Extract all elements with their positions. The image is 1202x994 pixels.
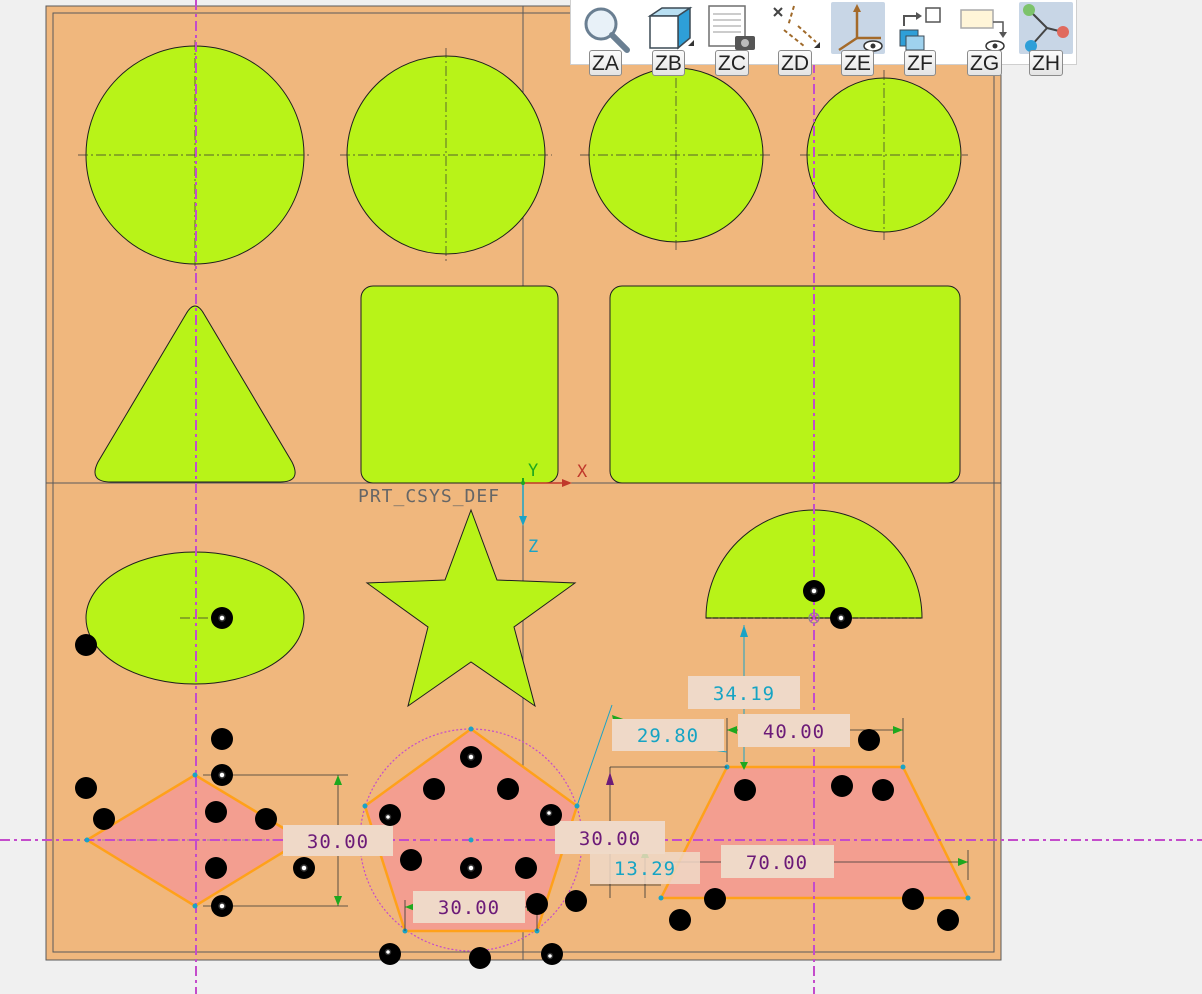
csys-x-label: X xyxy=(577,462,588,482)
datum-display-button[interactable]: ZD xyxy=(764,0,822,80)
constraint-pentagon-tangent-4 xyxy=(540,942,564,966)
datum-axes-icon xyxy=(773,5,820,48)
svg-text:70.00: 70.00 xyxy=(746,852,808,874)
constraint-pentagon-horizontal-1 xyxy=(515,857,537,879)
constraint-trap-left-end xyxy=(669,909,691,931)
constraint-halfcircle-vertical xyxy=(829,606,853,630)
constraint-pentagon-equal-4 xyxy=(565,890,587,912)
annotation-display-button[interactable]: ZG xyxy=(953,0,1011,80)
svg-text:34.19: 34.19 xyxy=(713,683,775,705)
layers-arrow-icon xyxy=(899,7,941,51)
constraint-trap-left-symmetry xyxy=(734,779,756,801)
note-eye-icon xyxy=(960,9,1007,52)
view-cube-icon xyxy=(647,6,694,50)
constraint-diamond-top-symmetry xyxy=(205,801,227,823)
constraint-diamond-vertical xyxy=(211,728,233,750)
csys-z-label: Z xyxy=(528,537,538,557)
dimension-trap-bottom[interactable]: 70.00 xyxy=(721,845,834,878)
dimension-pentagon-offset[interactable]: 30.00 xyxy=(555,821,665,854)
constraint-trap-right-symmetry xyxy=(872,779,894,801)
dimension-trap-offset[interactable]: 13.29 xyxy=(590,852,700,884)
zoom-key: ZA xyxy=(589,50,622,76)
constraint-pentagon-equal-5 xyxy=(469,947,491,969)
svg-text:30.00: 30.00 xyxy=(438,897,500,919)
datum-display-key: ZD xyxy=(778,50,812,76)
dimension-trap-top[interactable]: 40.00 xyxy=(738,714,850,747)
display-style-button[interactable]: ZF xyxy=(890,0,948,80)
display-style-key: ZF xyxy=(904,50,936,76)
constraint-pentagon-tangent-1 xyxy=(378,803,402,827)
constraint-pentagon-equal-3 xyxy=(400,849,422,871)
annotation-display-key: ZG xyxy=(967,50,1003,76)
constraint-pentagon-equal-1 xyxy=(423,778,445,800)
constraint-trap-bottom-right xyxy=(902,888,924,910)
magnifier-icon xyxy=(584,7,630,53)
nodes-icon xyxy=(1019,2,1073,54)
svg-text:30.00: 30.00 xyxy=(579,828,641,850)
dimension-trap-angle[interactable]: 29.80 xyxy=(612,719,724,751)
zoom-button[interactable]: ZA xyxy=(575,0,633,80)
saved-orientations-button[interactable]: ZB xyxy=(638,0,696,80)
constraint-diamond-centerline xyxy=(75,777,97,799)
sheet-camera-icon xyxy=(708,5,755,50)
constraint-pentagon-center xyxy=(459,856,483,880)
csys-display-key: ZE xyxy=(841,50,874,76)
constraint-halfcircle-midpoint xyxy=(802,579,826,603)
constraint-pentagon-equal-2 xyxy=(497,778,519,800)
svg-text:29.80: 29.80 xyxy=(637,725,699,747)
sketcher-display-button[interactable]: ZH xyxy=(1015,0,1073,80)
constraint-trap-horizontal-top xyxy=(858,729,880,751)
csys-display-button[interactable]: ZE xyxy=(827,0,885,80)
constraint-diamond-horizontal xyxy=(292,856,316,880)
constraint-trap-vertical xyxy=(831,775,853,797)
constraint-diamond-right-symmetry xyxy=(255,808,277,830)
constraint-diamond-bottom-symmetry xyxy=(205,857,227,879)
csys-y-label: Y xyxy=(528,461,538,481)
constraint-trap-right-end xyxy=(937,909,959,931)
rounded-rectangle[interactable] xyxy=(609,285,961,484)
dimension-pentagon-side[interactable]: 30.00 xyxy=(413,891,525,923)
constraint-pentagon-top xyxy=(459,745,483,769)
sketch-display-filters-button[interactable]: ZC xyxy=(701,0,759,80)
svg-text:30.00: 30.00 xyxy=(307,831,369,853)
constraint-diamond-top xyxy=(210,763,234,787)
csys-name-label: PRT_CSYS_DEF xyxy=(358,486,500,507)
svg-text:40.00: 40.00 xyxy=(763,721,825,743)
constraint-diamond-bottom xyxy=(210,894,234,918)
svg-text:13.29: 13.29 xyxy=(614,858,676,880)
graphics-toolbar: ZA ZB ZC ZD ZE ZF ZG ZH xyxy=(570,0,1077,76)
sketcher-display-key: ZH xyxy=(1029,50,1063,76)
constraint-pentagon-tangent-3 xyxy=(378,942,402,966)
dimension-diamond-height[interactable]: 30.00 xyxy=(283,825,393,856)
dimension-trap-height[interactable]: 34.19 xyxy=(688,676,800,709)
constraint-ellipse-centerline xyxy=(75,634,97,656)
sketch-canvas[interactable]: PRT_CSYS_DEF X Y Z 34.19 29.80 40.00 70.… xyxy=(0,0,1202,994)
constraint-trap-bottom-left xyxy=(704,888,726,910)
constraint-diamond-left-symmetry xyxy=(93,808,115,830)
constraint-pentagon-horizontal-2 xyxy=(526,893,548,915)
csys-eye-icon xyxy=(831,2,885,54)
rounded-square[interactable] xyxy=(360,285,559,484)
constraint-pentagon-tangent-2 xyxy=(539,803,563,827)
constraint-ellipse-vertical xyxy=(210,606,234,630)
saved-orientations-key: ZB xyxy=(652,50,685,76)
sketch-display-filters-key: ZC xyxy=(715,50,749,76)
